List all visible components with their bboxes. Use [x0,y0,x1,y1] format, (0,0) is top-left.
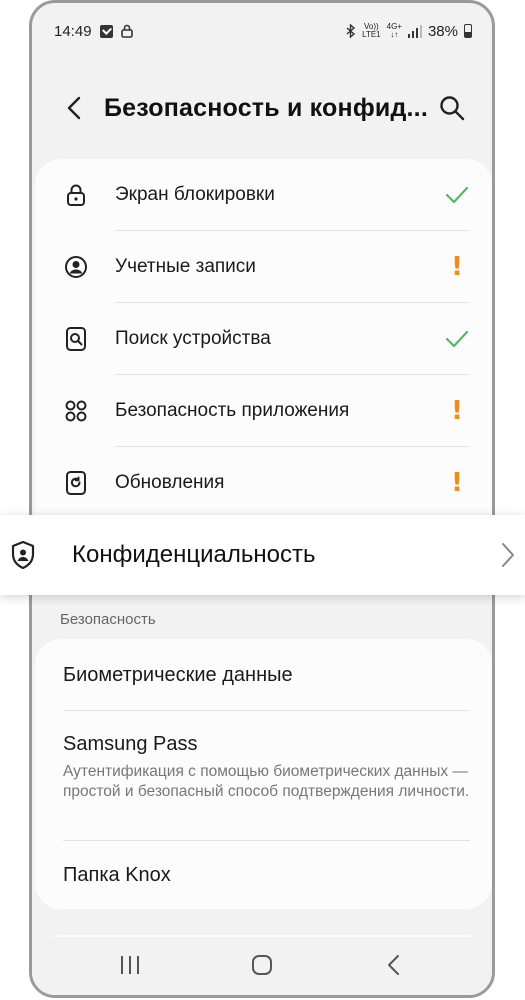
search-button[interactable] [438,94,466,122]
apps-icon [62,397,90,425]
battery-icon [464,24,472,38]
back-button[interactable] [62,96,86,120]
list-item-knox-folder[interactable]: Папка Knox [35,841,492,909]
list-item-lock-screen[interactable]: Экран блокировки [35,159,492,231]
list-item-label: Поиск устройства [115,328,271,349]
list-item-label: Обновления [115,472,225,493]
chevron-right-icon [499,540,517,570]
security-section-card: Биометрические данные Samsung Pass Аутен… [35,639,492,909]
list-item-description: Аутентификация с помощью биометрических … [63,763,470,800]
search-icon [440,96,465,121]
check-icon [444,326,470,352]
security-status-card: Экран блокировки Учетные записи ! Поиск … [35,159,492,539]
status-time: 14:49 [54,22,92,40]
warning-icon: ! [451,468,463,498]
nav-back-button[interactable] [376,947,412,983]
lock-status-icon [120,24,133,38]
list-item-biometrics[interactable]: Биометрические данные [35,639,492,711]
app-bar: Безопасность и конфид... [32,75,492,141]
phone-frame: 14:49 Vo)) LTE1 4G+ ↓↑ 38% Безопасность … [29,0,495,998]
recents-icon [121,956,139,974]
page-title: Безопасность и конфид... [104,93,428,122]
lock-icon [62,181,90,209]
list-item-app-security[interactable]: Безопасность приложения ! [35,375,492,447]
list-item-label: Экран блокировки [115,184,275,205]
home-icon [252,955,272,975]
battery-percent: 38% [427,22,458,40]
network-indicator: 4G+ ↓↑ [387,23,402,39]
network-arrows: ↓↑ [390,30,399,39]
section-header-security: Безопасность [60,611,156,628]
list-item-label: Безопасность приложения [115,400,350,421]
back-arrow-icon [67,96,81,120]
privacy-shield-icon [8,539,38,571]
list-item-label: Конфиденциальность [72,541,316,568]
list-item-label: Samsung Pass [63,733,198,755]
navigation-bar [32,937,492,995]
warning-icon: ! [451,396,463,426]
warning-icon: ! [451,252,463,282]
update-icon [62,469,90,497]
volte-indicator: Vo)) LTE1 [362,23,381,39]
status-bar: 14:49 Vo)) LTE1 4G+ ↓↑ 38% [32,3,492,59]
recents-button[interactable] [112,947,148,983]
list-item-label: Папка Knox [63,863,171,886]
list-item-label: Биометрические данные [63,663,293,686]
bluetooth-icon [346,24,356,38]
list-item-find-device[interactable]: Поиск устройства [35,303,492,375]
notification-check-icon [99,24,113,38]
volte-bottom: LTE1 [362,30,381,39]
list-item-label: Учетные записи [115,256,256,277]
nav-back-icon [388,955,399,975]
list-item-privacy[interactable]: Конфиденциальность [0,515,525,595]
account-icon [62,253,90,281]
find-device-icon [62,325,90,353]
signal-icon [407,24,422,38]
list-item-updates[interactable]: Обновления ! [35,447,492,519]
home-button[interactable] [244,947,280,983]
check-icon [444,182,470,208]
list-item-samsung-pass[interactable]: Samsung Pass Аутентификация с помощью би… [35,711,492,841]
list-item-accounts[interactable]: Учетные записи ! [35,231,492,303]
